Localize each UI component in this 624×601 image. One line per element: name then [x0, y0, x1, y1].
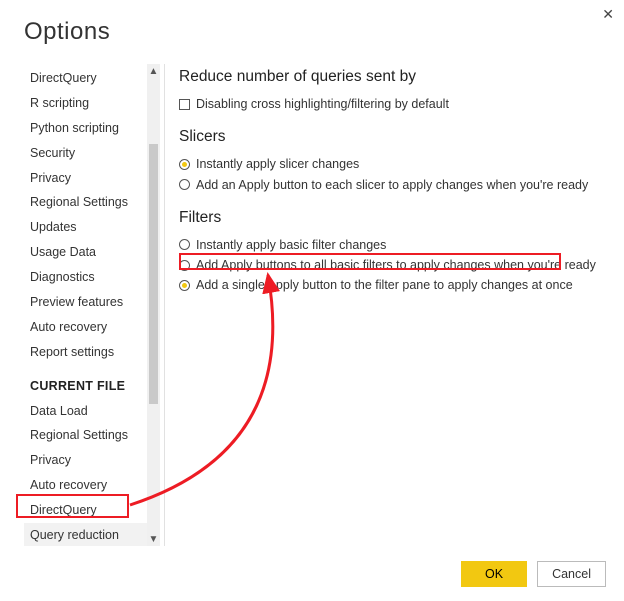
- sidebar-item[interactable]: R scripting: [24, 91, 147, 116]
- sidebar-item[interactable]: Python scripting: [24, 116, 147, 141]
- sidebar-scrollbar[interactable]: ▲ ▼: [147, 64, 160, 546]
- sidebar-item[interactable]: Diagnostics: [24, 265, 147, 290]
- radio-slicer-instant[interactable]: [179, 159, 190, 170]
- sidebar-item[interactable]: Report settings: [24, 340, 147, 365]
- sidebar-item[interactable]: Auto recovery: [24, 473, 147, 498]
- heading-slicers: Slicers: [179, 128, 602, 146]
- sidebar-section-header: CURRENT FILE: [24, 365, 147, 399]
- dialog-title: Options: [24, 18, 602, 46]
- nav-sidebar: DirectQueryR scriptingPython scriptingSe…: [24, 64, 160, 546]
- sidebar-item[interactable]: Preview features: [24, 290, 147, 315]
- checkbox-disable-cross[interactable]: [179, 99, 190, 110]
- sidebar-item[interactable]: Regional Settings: [24, 423, 147, 448]
- sidebar-item[interactable]: DirectQuery: [24, 498, 147, 523]
- close-icon[interactable]: ✕: [602, 6, 614, 23]
- sidebar-item[interactable]: Auto recovery: [24, 315, 147, 340]
- heading-reduce: Reduce number of queries sent by: [179, 68, 602, 86]
- label-slicer-instant: Instantly apply slicer changes: [196, 156, 359, 172]
- scroll-up-icon[interactable]: ▲: [147, 64, 160, 78]
- settings-pane: Reduce number of queries sent by Disabli…: [179, 64, 602, 546]
- label-slicer-apply: Add an Apply button to each slicer to ap…: [196, 177, 588, 193]
- heading-filters: Filters: [179, 209, 602, 227]
- sidebar-item[interactable]: Security: [24, 141, 147, 166]
- scroll-down-icon[interactable]: ▼: [147, 532, 160, 546]
- label-filter-instant: Instantly apply basic filter changes: [196, 237, 386, 253]
- sidebar-item[interactable]: Regional Settings: [24, 190, 147, 215]
- label-filter-all: Add Apply buttons to all basic filters t…: [196, 257, 596, 273]
- cancel-button[interactable]: Cancel: [537, 561, 606, 587]
- radio-filter-instant[interactable]: [179, 239, 190, 250]
- sidebar-item[interactable]: DirectQuery: [24, 66, 147, 91]
- label-disable-cross: Disabling cross highlighting/filtering b…: [196, 96, 449, 112]
- ok-button[interactable]: OK: [461, 561, 527, 587]
- sidebar-item[interactable]: Privacy: [24, 448, 147, 473]
- sidebar-item[interactable]: Usage Data: [24, 240, 147, 265]
- label-filter-single: Add a single Apply button to the filter …: [196, 277, 573, 293]
- sidebar-item[interactable]: Data Load: [24, 399, 147, 424]
- sidebar-item[interactable]: Updates: [24, 215, 147, 240]
- sidebar-item[interactable]: Query reduction: [24, 523, 147, 546]
- scroll-thumb[interactable]: [149, 144, 158, 404]
- radio-filter-all[interactable]: [179, 260, 190, 271]
- radio-slicer-apply[interactable]: [179, 179, 190, 190]
- radio-filter-single[interactable]: [179, 280, 190, 291]
- vertical-divider: [164, 64, 165, 546]
- sidebar-item[interactable]: Privacy: [24, 166, 147, 191]
